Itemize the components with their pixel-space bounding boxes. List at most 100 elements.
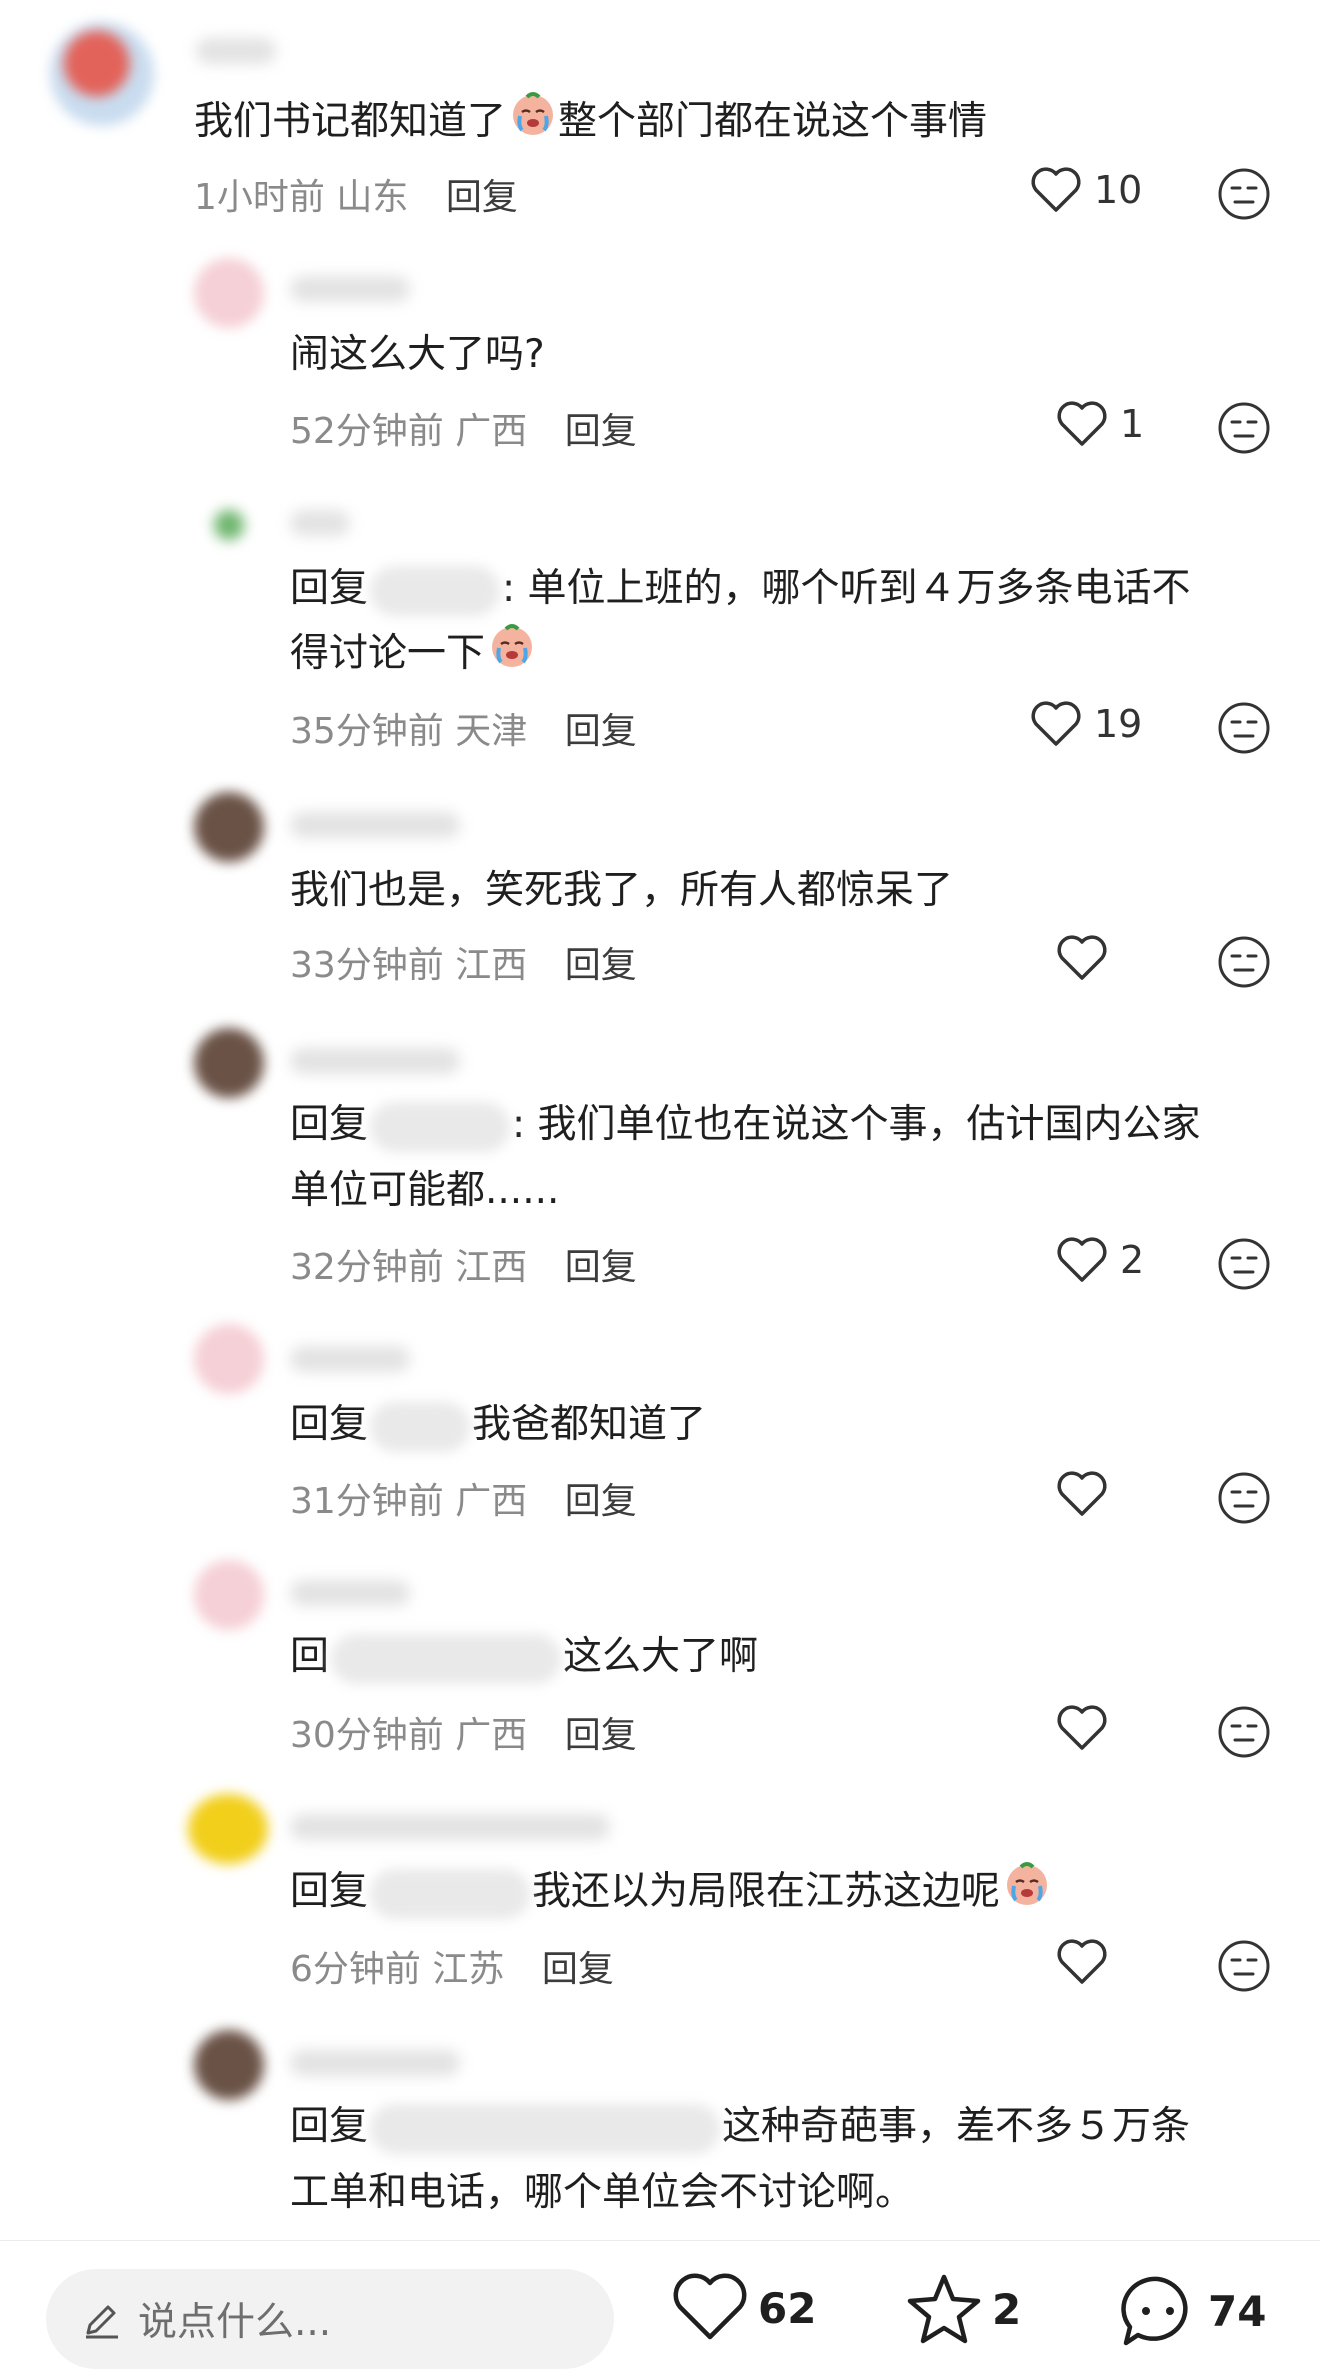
avatar[interactable] [50,22,154,126]
comment-time: 6分钟前 [290,1949,421,1990]
comment-location: 广西 [455,411,528,452]
comment-text-part: 我还以为局限在江苏这边呢 [532,1869,1001,1914]
favorite-count: 2 [992,2284,1022,2334]
username[interactable] [290,510,350,536]
like-button[interactable]: 2 [1056,1236,1144,1284]
username[interactable] [290,276,410,302]
reply-button[interactable]: 回复 [565,945,637,986]
dislike-icon[interactable] [1216,934,1272,990]
like-button[interactable] [1056,1938,1120,1986]
reply-prefix: 回复 [290,2104,369,2149]
reply-prefix: 回复 [290,1869,369,1914]
reply-prefix: 回 [290,1634,330,1679]
comment-meta: 32分钟前 江西 回复 [290,1238,637,1290]
comment-time: 32分钟前 [290,1247,444,1288]
username[interactable] [290,812,460,838]
comment-meta: 31分钟前 广西 回复 [290,1472,637,1524]
bottom-action-bar: 说点什么... 62 2 74 [0,2240,1320,2369]
mentioned-user[interactable] [370,1401,471,1452]
like-button[interactable] [1056,1704,1120,1752]
comment-meta: 35分钟前 天津 回复 [290,702,637,754]
star-icon [907,2274,981,2344]
comment-input[interactable]: 说点什么... [46,2269,614,2369]
post-like-button[interactable]: 62 [672,2273,816,2343]
reply-button[interactable]: 回复 [565,1481,637,1522]
reply-button[interactable]: 回复 [565,711,637,752]
heart-icon [1031,167,1081,212]
avatar[interactable] [194,490,264,560]
dislike-icon[interactable] [1216,400,1272,456]
post-like-count: 62 [758,2283,817,2333]
avatar[interactable] [194,792,264,862]
heart-icon [1057,935,1107,980]
avatar[interactable] [194,1560,264,1630]
comment-time: 30分钟前 [290,1715,444,1756]
mentioned-user[interactable] [370,565,501,616]
dislike-icon[interactable] [1216,1470,1272,1526]
like-button[interactable] [1056,1470,1120,1518]
comment-text-line2: 工单和电话，哪个单位会不讨论啊。 [290,2170,915,2215]
favorite-button[interactable]: 2 [906,2273,1021,2345]
comment-text: 回复 我还以为局限在江苏这边呢 [290,1858,1052,1929]
reply-prefix: 回复 [290,566,369,611]
username[interactable] [290,1814,610,1840]
avatar[interactable] [194,258,264,328]
comment-meta: 6分钟前 江苏 回复 [290,1940,614,1992]
heart-icon [1057,1939,1107,1984]
avatar[interactable] [188,1794,268,1864]
dislike-icon[interactable] [1216,1236,1272,1292]
like-button[interactable]: 19 [1030,700,1142,748]
mentioned-user[interactable] [370,2103,721,2154]
username[interactable] [290,2050,460,2076]
comment-text-part: 这么大了啊 [563,1634,759,1679]
dislike-icon[interactable] [1216,1938,1272,1994]
comment-location: 江苏 [432,1949,505,1990]
reply-button[interactable]: 回复 [446,177,518,218]
dislike-icon[interactable] [1216,1704,1272,1760]
comment-text: 回复 我爸都知道了 [290,1392,706,1458]
comment-text: 闹这么大了吗? [290,332,545,377]
username[interactable] [290,1346,410,1372]
like-count: 2 [1120,1238,1145,1282]
comment-text: 我们也是，笑死我了，所有人都惊呆了 [290,868,954,913]
dislike-icon[interactable] [1216,166,1272,222]
avatar[interactable] [194,2030,264,2100]
comment-text-line2: 得讨论一下 [290,620,537,691]
comment-location: 天津 [455,711,528,752]
comment-meta: 30分钟前 广西 回复 [290,1706,637,1758]
comment-location: 江西 [455,1247,528,1288]
like-button[interactable]: 1 [1056,400,1144,448]
avatar[interactable] [194,1028,264,1098]
reply-button[interactable]: 回复 [565,411,637,452]
like-count: 10 [1094,168,1143,212]
mentioned-user[interactable] [331,1633,562,1684]
reply-button[interactable]: 回复 [542,1949,614,1990]
comment-time: 52分钟前 [290,411,444,452]
pencil-icon [86,2305,118,2339]
mentioned-user[interactable] [370,1868,531,1919]
comment-button[interactable]: 74 [1118,2273,1266,2349]
comment-bubble-icon [1121,2276,1188,2346]
comment-time: 1小时前 [194,177,325,218]
reply-button[interactable]: 回复 [565,1715,637,1756]
comment-text: 回 这么大了啊 [290,1624,758,1690]
mentioned-user[interactable] [370,1101,511,1152]
comment-location: 广西 [455,1481,528,1522]
username[interactable] [290,1580,410,1606]
heart-icon [1031,701,1081,746]
avatar[interactable] [194,1324,264,1394]
comment-count: 74 [1208,2286,1267,2336]
username[interactable] [196,38,276,64]
heart-icon [1057,1237,1107,1282]
reply-button[interactable]: 回复 [565,1247,637,1288]
crying-face-emoji-icon [508,88,558,159]
comment-location: 广西 [455,1715,528,1756]
reply-prefix: 回复 [290,1102,369,1147]
like-button[interactable]: 10 [1030,166,1142,214]
like-count: 1 [1120,402,1145,446]
username[interactable] [290,1048,460,1074]
dislike-icon[interactable] [1216,700,1272,756]
comment-meta: 1小时前 山东 回复 [194,168,518,220]
comment-text: 我们书记都知道了 整个部门都在说这个事情 [194,88,987,159]
like-button[interactable] [1056,934,1120,982]
